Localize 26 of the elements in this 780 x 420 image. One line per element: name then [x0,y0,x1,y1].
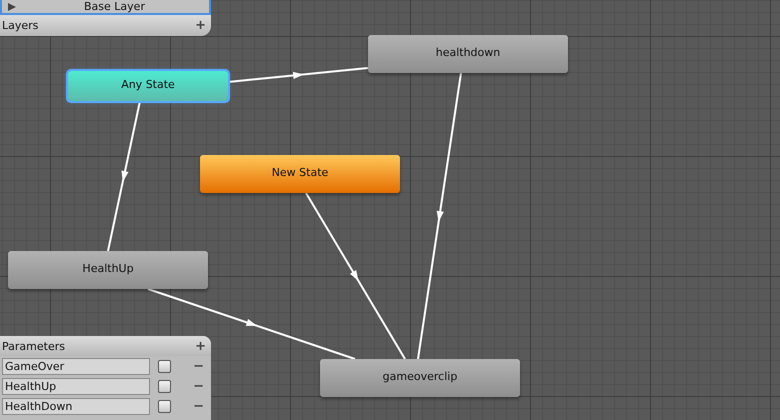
panel-title: Parameters [2,340,65,352]
layer-name: Base Layer [83,0,146,12]
state-node[interactable]: Any State [68,71,228,101]
layer-item[interactable]: Base Layer [0,0,211,15]
parameter-checkbox[interactable] [158,400,171,412]
transition-arrow[interactable] [417,72,462,360]
state-node[interactable]: healthdown [368,35,568,73]
panel-title: Layers [2,19,38,32]
transition-arrow[interactable] [148,288,356,360]
parameter-name-field[interactable]: GameOver [2,358,150,374]
remove-button[interactable]: − [188,378,209,394]
transition-arrow[interactable] [228,67,368,83]
remove-button[interactable]: − [188,398,209,414]
parameter-name-field[interactable]: HealthUp [2,378,150,394]
add-button[interactable]: + [190,18,211,33]
transition-arrow[interactable] [305,192,406,360]
triangle-icon [8,2,16,10]
parameter-name-field[interactable]: HealthDown [2,398,150,414]
remove-button[interactable]: − [188,358,209,374]
state-node[interactable]: New State [200,155,400,193]
parameter-checkbox[interactable] [158,360,171,372]
state-node[interactable]: gameoverclip [320,359,520,397]
add-button[interactable]: + [190,338,211,354]
transition-arrow[interactable] [107,100,141,252]
state-node[interactable]: HealthUp [8,251,208,289]
parameter-checkbox[interactable] [158,380,171,392]
